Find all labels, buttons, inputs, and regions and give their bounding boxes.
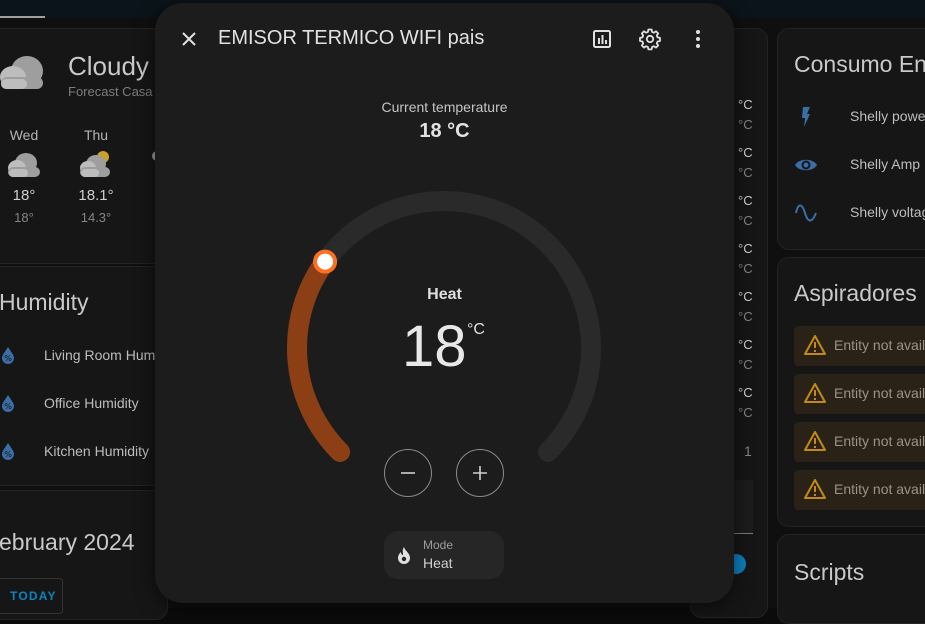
sine-wave-icon bbox=[795, 204, 817, 222]
temperature-unit: °C bbox=[738, 261, 753, 276]
humidity-label: Kitchen Humidity bbox=[44, 443, 150, 459]
alert-triangle-icon bbox=[804, 431, 826, 451]
temperature-unit: °C bbox=[738, 145, 753, 160]
calendar-month-title: ebruary 2024 bbox=[0, 529, 135, 555]
forecast-low: 14.3° bbox=[80, 210, 112, 225]
svg-text:%: % bbox=[4, 402, 12, 411]
dial-handle[interactable] bbox=[313, 249, 338, 274]
card-title: Scripts bbox=[794, 559, 865, 585]
energy-consumption-card: Consumo En Shelly powe Shelly Amp Shelly… bbox=[777, 28, 925, 250]
mode-selector[interactable]: Mode Heat bbox=[384, 531, 504, 579]
weather-condition: Cloudy bbox=[68, 51, 149, 81]
forecast-day: Wed 18° 18° bbox=[0, 127, 54, 225]
energy-label: Shelly powe bbox=[850, 108, 925, 124]
humidity-label: Living Room Hum bbox=[44, 347, 156, 363]
trailing-value: 1 bbox=[744, 443, 752, 459]
temperature-unit: °C bbox=[738, 165, 753, 180]
energy-row[interactable]: Shelly voltag bbox=[794, 201, 925, 225]
card-title: Aspiradores bbox=[794, 280, 917, 306]
humidity-row[interactable]: % Kitchen Humidity bbox=[1, 439, 149, 463]
cloudy-icon bbox=[0, 56, 43, 89]
humidity-card: Humidity % Living Room Hum % Office Humi… bbox=[0, 266, 168, 486]
today-button[interactable]: TODAY bbox=[0, 578, 63, 614]
fire-icon bbox=[398, 547, 410, 564]
temperature-unit: °C bbox=[738, 213, 753, 228]
temperature-unit: °C bbox=[738, 241, 753, 256]
eye-icon bbox=[795, 159, 817, 171]
cloudy-icon bbox=[8, 153, 40, 177]
decrease-temperature-button[interactable] bbox=[384, 449, 432, 497]
history-chart-icon[interactable] bbox=[590, 27, 614, 51]
forecast-high: 18.1° bbox=[78, 187, 114, 204]
close-icon[interactable] bbox=[177, 27, 201, 51]
forecast-day-label: Wed bbox=[9, 127, 39, 143]
alert-triangle-icon bbox=[804, 383, 826, 403]
alert-triangle-icon bbox=[804, 335, 826, 355]
entity-warning: Entity not avail bbox=[794, 326, 925, 366]
forecast-day: Thu 18.1° 14.3° bbox=[66, 127, 126, 225]
warning-text: Entity not avail bbox=[834, 337, 925, 353]
temperature-unit: °C bbox=[738, 385, 753, 400]
flash-icon bbox=[802, 107, 810, 127]
entity-warning: Entity not avail bbox=[794, 422, 925, 462]
warning-text: Entity not avail bbox=[834, 433, 925, 449]
current-temperature-label: Current temperature bbox=[381, 99, 508, 115]
calendar-card: ebruary 2024 TODAY bbox=[0, 490, 168, 620]
scripts-card: Scripts bbox=[777, 534, 925, 624]
water-percent-icon: % bbox=[2, 443, 14, 460]
card-title: Humidity bbox=[0, 289, 89, 315]
plus-icon bbox=[473, 466, 487, 480]
target-temperature: 18 bbox=[402, 314, 467, 379]
svg-text:%: % bbox=[4, 450, 12, 459]
humidity-label: Office Humidity bbox=[44, 395, 139, 411]
mode-value: Heat bbox=[423, 555, 453, 571]
humidity-row[interactable]: % Living Room Hum bbox=[1, 343, 155, 367]
water-percent-icon: % bbox=[2, 347, 14, 364]
temperature-unit: °C bbox=[738, 193, 753, 208]
partly-cloudy-icon bbox=[80, 151, 110, 177]
energy-label: Shelly Amp bbox=[850, 156, 921, 172]
warning-text: Entity not avail bbox=[834, 481, 925, 497]
weather-forecast-card[interactable]: Cloudy Forecast Casa Wed 18° 18° Thu 18.… bbox=[0, 28, 168, 264]
minus-icon bbox=[401, 472, 415, 474]
dialog-title: EMISOR TERMICO WIFI pais bbox=[218, 27, 485, 49]
temperature-unit: °C bbox=[738, 405, 753, 420]
weather-subtitle: Forecast Casa bbox=[68, 84, 153, 99]
temperature-unit: °C bbox=[738, 117, 753, 132]
forecast-day-label: Thu bbox=[83, 127, 109, 143]
card-title: Consumo En bbox=[794, 51, 925, 77]
warning-text: Entity not avail bbox=[834, 385, 925, 401]
water-percent-icon: % bbox=[2, 395, 14, 412]
humidity-row[interactable]: % Office Humidity bbox=[1, 391, 139, 415]
thermostat-more-info-dialog: EMISOR TERMICO WIFI pais Current tempera… bbox=[155, 3, 734, 603]
temperature-unit: °C bbox=[738, 289, 753, 304]
entity-warning: Entity not avail bbox=[794, 470, 925, 510]
svg-text:%: % bbox=[4, 354, 12, 363]
energy-row[interactable]: Shelly powe bbox=[794, 105, 925, 129]
target-temperature-unit: °C bbox=[467, 321, 485, 338]
vacuums-card: Aspiradores Entity not avail Entity not … bbox=[777, 257, 925, 527]
temperature-unit: °C bbox=[738, 337, 753, 352]
increase-temperature-button[interactable] bbox=[456, 449, 504, 497]
hvac-action-label: Heat bbox=[427, 286, 462, 303]
forecast-high: 18° bbox=[12, 187, 36, 204]
settings-gear-icon[interactable] bbox=[638, 27, 662, 51]
energy-row[interactable]: Shelly Amp bbox=[794, 153, 920, 177]
mode-label: Mode bbox=[423, 538, 454, 552]
forecast-low: 18° bbox=[14, 210, 34, 225]
more-vertical-icon[interactable] bbox=[686, 27, 710, 51]
temperature-unit: °C bbox=[738, 97, 753, 112]
temperature-unit: °C bbox=[738, 309, 753, 324]
alert-triangle-icon bbox=[804, 479, 826, 499]
entity-warning: Entity not avail bbox=[794, 374, 925, 414]
energy-label: Shelly voltag bbox=[850, 204, 925, 220]
temperature-unit: °C bbox=[738, 357, 753, 372]
current-temperature-value: 18 °C bbox=[419, 120, 470, 142]
